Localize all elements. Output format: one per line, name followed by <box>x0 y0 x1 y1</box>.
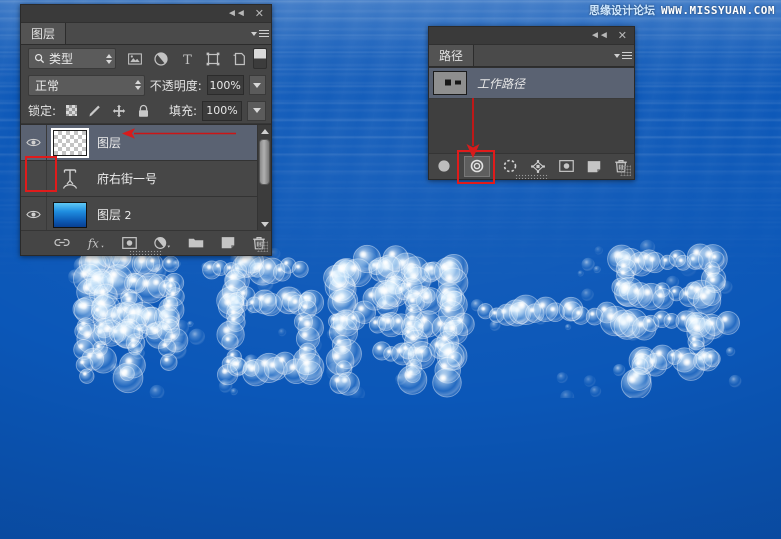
tabrow-filler <box>66 23 249 44</box>
opacity-dropdown-arrow[interactable] <box>249 75 267 95</box>
lock-transparent-pixels-icon[interactable] <box>64 104 78 118</box>
add-layer-mask-button[interactable] <box>122 237 137 249</box>
new-layer-button[interactable] <box>221 236 235 249</box>
layer-filter-row: 类型 T <box>21 45 271 72</box>
filter-type-icons: T <box>128 51 247 66</box>
blend-mode-select[interactable]: 正常 <box>28 75 145 96</box>
layer-name-label: 图层 2 <box>93 206 132 223</box>
watermark-chinese: 思缘设计论坛 <box>589 2 655 18</box>
path-row[interactable]: 工作路径 <box>429 68 634 99</box>
path-name-label: 工作路径 <box>467 75 525 92</box>
lock-label: 锁定: <box>28 102 56 119</box>
watermark-url: WWW.MISSYUAN.COM <box>661 4 775 17</box>
screenshot-root: 思缘设计论坛 WWW.MISSYUAN.COM ◄◄ ✕ 图层 类型 T 正常 … <box>0 0 781 539</box>
watermark: 思缘设计论坛 WWW.MISSYUAN.COM <box>589 2 775 18</box>
filter-type-icon[interactable]: T <box>180 51 195 66</box>
filter-enable-toggle[interactable] <box>253 48 267 69</box>
fill-dropdown-arrow[interactable] <box>247 101 266 121</box>
lock-image-pixels-icon[interactable] <box>88 104 102 118</box>
collapse-double-chevron-icon[interactable]: ◄◄ <box>227 9 245 19</box>
blend-mode-row: 正常 不透明度: 100% <box>21 72 271 98</box>
panel-bottom-nub[interactable] <box>515 174 549 179</box>
filter-adjustment-icon[interactable] <box>154 51 169 66</box>
scroll-down-arrow[interactable] <box>261 218 269 230</box>
layers-panel-footer: fx <box>21 230 271 254</box>
lock-row: 锁定: 填充: 100% <box>21 98 271 124</box>
make-work-path-button[interactable] <box>530 159 546 174</box>
filter-smart-object-icon[interactable] <box>232 51 247 66</box>
filter-kind-select[interactable]: 类型 <box>28 48 116 69</box>
fill-input[interactable]: 100% <box>202 101 242 121</box>
new-path-button[interactable] <box>587 160 601 173</box>
tab-layers[interactable]: 图层 <box>21 23 66 44</box>
layers-list-scrollbar[interactable] <box>257 125 271 230</box>
layer-name-label: 府右街一号 <box>93 170 157 187</box>
layers-list: 图层 府右街一号 图层 2 <box>21 124 271 230</box>
load-path-as-selection-button[interactable] <box>503 159 517 173</box>
lock-position-icon[interactable] <box>112 104 126 118</box>
layer-style-button[interactable]: fx <box>87 236 105 250</box>
path-thumbnail[interactable] <box>433 71 467 95</box>
layer-thumbnail[interactable] <box>47 130 93 156</box>
panel-bottom-nub[interactable] <box>129 250 163 255</box>
paths-panel: ◄◄ ✕ 路径 工作路径 <box>428 26 635 180</box>
add-vector-mask-button[interactable] <box>559 160 574 172</box>
stroke-path-button[interactable] <box>464 156 490 177</box>
blend-mode-stepper[interactable] <box>135 80 141 90</box>
filter-kind-label: 类型 <box>49 50 102 67</box>
tabrow-filler <box>474 45 612 66</box>
layer-row[interactable]: 府右街一号 <box>21 161 271 197</box>
close-icon[interactable]: ✕ <box>618 30 627 41</box>
scrollbar-thumb[interactable] <box>259 139 270 185</box>
scroll-up-arrow[interactable] <box>261 125 269 137</box>
layer-row[interactable]: 图层 <box>21 125 271 161</box>
lock-icons <box>64 104 150 118</box>
panel-resize-grip[interactable] <box>620 165 631 176</box>
filter-pixel-icon[interactable] <box>128 51 143 66</box>
layers-panel-titlebar: ◄◄ ✕ <box>21 5 271 23</box>
filter-shape-icon[interactable] <box>206 51 221 66</box>
layer-visibility-toggle[interactable] <box>21 125 47 160</box>
layer-visibility-toggle[interactable] <box>21 197 47 232</box>
filter-kind-stepper[interactable] <box>106 54 112 64</box>
panel-resize-grip[interactable] <box>257 241 268 252</box>
eye-icon <box>26 209 41 220</box>
paths-panel-footer <box>429 153 634 178</box>
paths-list: 工作路径 <box>429 67 634 153</box>
layer-thumbnail[interactable] <box>47 202 93 228</box>
svg-text:fx: fx <box>87 236 99 250</box>
opacity-label: 不透明度: <box>150 77 202 94</box>
layer-row[interactable]: 图层 2 <box>21 197 271 233</box>
new-group-button[interactable] <box>188 236 204 249</box>
close-icon[interactable]: ✕ <box>255 8 264 19</box>
svg-text:T: T <box>183 53 192 66</box>
type-layer-icon <box>55 166 85 192</box>
fill-label: 填充: <box>169 102 197 119</box>
blend-mode-value: 正常 <box>35 77 135 94</box>
search-icon <box>34 53 45 64</box>
layers-panel-tabrow: 图层 <box>21 23 271 45</box>
layers-panel: ◄◄ ✕ 图层 类型 T 正常 不透明度: 100% 锁定: 填充: 100% … <box>20 4 272 256</box>
collapse-double-chevron-icon[interactable]: ◄◄ <box>590 31 608 41</box>
panel-menu-icon[interactable] <box>249 23 271 44</box>
tab-paths[interactable]: 路径 <box>429 45 474 66</box>
panel-menu-icon[interactable] <box>612 45 634 66</box>
paths-panel-titlebar: ◄◄ ✕ <box>429 27 634 45</box>
link-layers-button[interactable] <box>54 237 70 248</box>
eye-icon <box>26 137 41 148</box>
lock-all-icon[interactable] <box>136 104 150 118</box>
bubble-text-artwork <box>0 238 781 398</box>
layer-name-label: 图层 <box>93 134 121 151</box>
opacity-input[interactable]: 100% <box>207 75 244 95</box>
paths-panel-tabrow: 路径 <box>429 45 634 67</box>
layer-visibility-toggle[interactable] <box>21 161 47 196</box>
transparent-thumbnail <box>54 131 86 155</box>
new-adjustment-layer-button[interactable] <box>154 236 171 250</box>
water-thumbnail <box>53 202 87 228</box>
fill-path-button[interactable] <box>437 159 451 173</box>
layer-thumbnail[interactable] <box>47 166 93 192</box>
